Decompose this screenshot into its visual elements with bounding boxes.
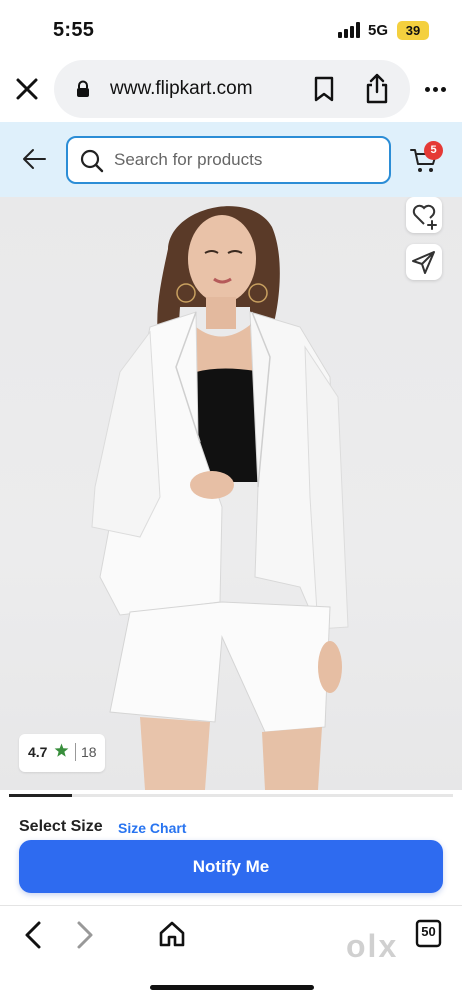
back-arrow-icon[interactable] — [22, 148, 46, 170]
lock-icon — [77, 80, 89, 97]
network-type: 5G — [368, 22, 389, 39]
tabs-count: 50 — [421, 924, 436, 939]
signal-icon — [338, 22, 362, 38]
rating-count: 18 — [81, 744, 97, 760]
url-text: www.flipkart.com — [110, 78, 253, 99]
carousel-indicator — [9, 794, 453, 797]
forward-icon[interactable] — [74, 920, 96, 950]
search-icon — [80, 149, 104, 173]
site-header — [0, 122, 462, 197]
status-time: 5:55 — [53, 19, 95, 41]
cart-count-badge: 5 — [424, 141, 443, 160]
heart-add-icon — [412, 204, 437, 230]
search-box[interactable] — [66, 136, 391, 184]
select-size-label: Select Size — [19, 818, 103, 835]
size-chart-link[interactable]: Size Chart — [118, 820, 186, 836]
tabs-button[interactable]: 50 — [415, 918, 442, 948]
share-product-button[interactable] — [406, 244, 442, 280]
send-icon — [412, 251, 435, 274]
wishlist-button[interactable] — [406, 197, 442, 233]
share-icon[interactable] — [364, 72, 390, 104]
star-icon — [54, 743, 69, 757]
url-bar[interactable]: www.flipkart.com — [54, 60, 410, 118]
search-input[interactable] — [114, 138, 384, 182]
close-icon[interactable] — [14, 76, 40, 102]
bookmark-icon[interactable] — [313, 76, 335, 102]
status-bar: 5:55 5G 39 — [0, 0, 462, 58]
watermark-logo: olx — [346, 928, 399, 964]
notify-me-button[interactable]: Notify Me — [19, 840, 443, 893]
page: 5:55 5G 39 www.flipkart.com Search for p… — [0, 0, 462, 1000]
model-photo — [91, 206, 349, 790]
product-image[interactable] — [0, 197, 462, 790]
rating-divider — [75, 743, 76, 761]
browser-bar: www.flipkart.com — [0, 58, 462, 122]
more-options-icon[interactable] — [425, 80, 447, 98]
home-icon[interactable] — [158, 920, 186, 948]
rating-value: 4.7 — [28, 744, 48, 760]
home-indicator — [150, 985, 314, 990]
battery-level: 39 — [397, 21, 429, 40]
carousel-indicator-active — [9, 794, 72, 797]
back-icon[interactable] — [22, 920, 44, 950]
rating-badge: 4.7 18 — [19, 734, 105, 772]
